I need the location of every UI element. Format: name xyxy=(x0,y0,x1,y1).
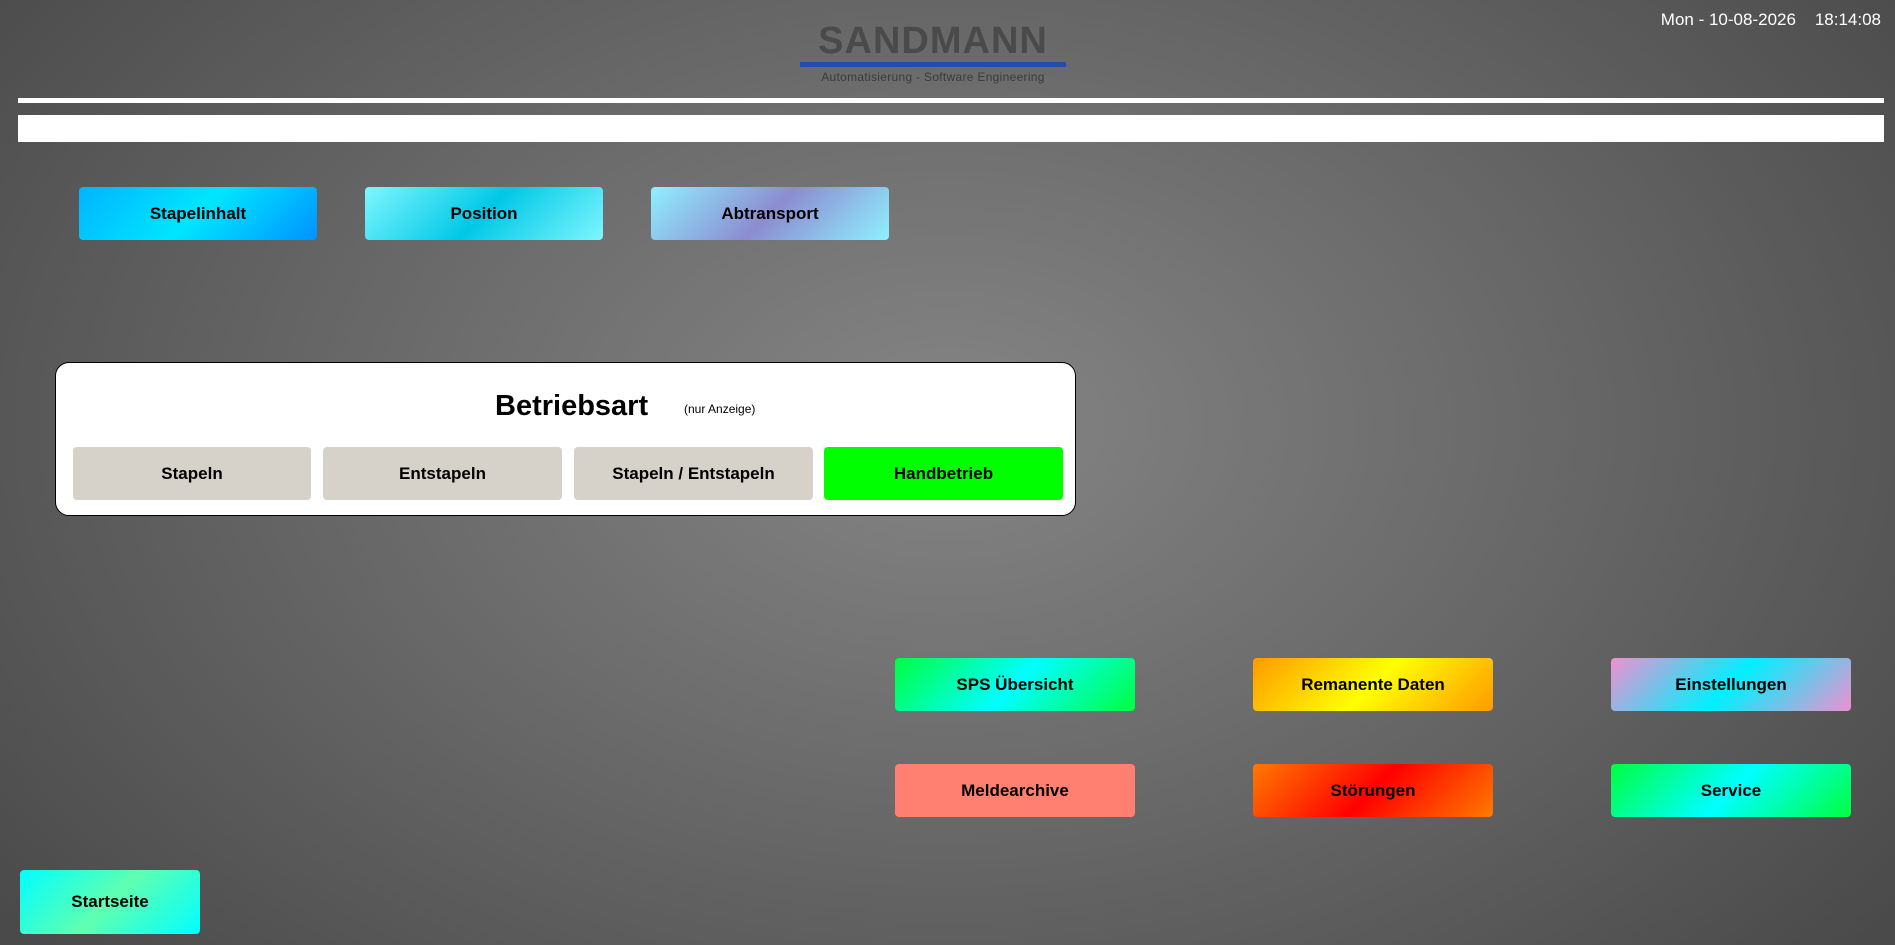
sps-uebersicht-button[interactable]: SPS Übersicht xyxy=(895,658,1135,711)
mode-stapeln-button[interactable]: Stapeln xyxy=(73,447,311,500)
mode-stapeln-entstapeln-button[interactable]: Stapeln / Entstapeln xyxy=(574,447,813,500)
message-bar xyxy=(18,115,1884,142)
company-logo: SANDMANN Automatisierung - Software Engi… xyxy=(800,20,1066,84)
meldearchive-button[interactable]: Meldearchive xyxy=(895,764,1135,817)
stoerungen-button[interactable]: Störungen xyxy=(1253,764,1493,817)
datetime-display: Mon - 10-08-2026 18:14:08 xyxy=(1660,10,1881,29)
header-divider xyxy=(18,98,1884,103)
mode-entstapeln-button[interactable]: Entstapeln xyxy=(323,447,562,500)
remanente-daten-button[interactable]: Remanente Daten xyxy=(1253,658,1493,711)
logo-text: SANDMANN xyxy=(818,20,1048,62)
service-button[interactable]: Service xyxy=(1611,764,1851,817)
operating-mode-note: (nur Anzeige) xyxy=(684,402,756,416)
abtransport-button[interactable]: Abtransport xyxy=(651,187,889,240)
logo-underline xyxy=(800,62,1066,67)
operating-mode-title: Betriebsart xyxy=(495,390,649,422)
mode-handbetrieb-button[interactable]: Handbetrieb xyxy=(824,447,1063,500)
startseite-button[interactable]: Startseite xyxy=(20,870,200,934)
einstellungen-button[interactable]: Einstellungen xyxy=(1611,658,1851,711)
stapelinhalt-button[interactable]: Stapelinhalt xyxy=(79,187,317,240)
logo-subtitle: Automatisierung - Software Engineering xyxy=(821,70,1045,84)
position-button[interactable]: Position xyxy=(365,187,603,240)
